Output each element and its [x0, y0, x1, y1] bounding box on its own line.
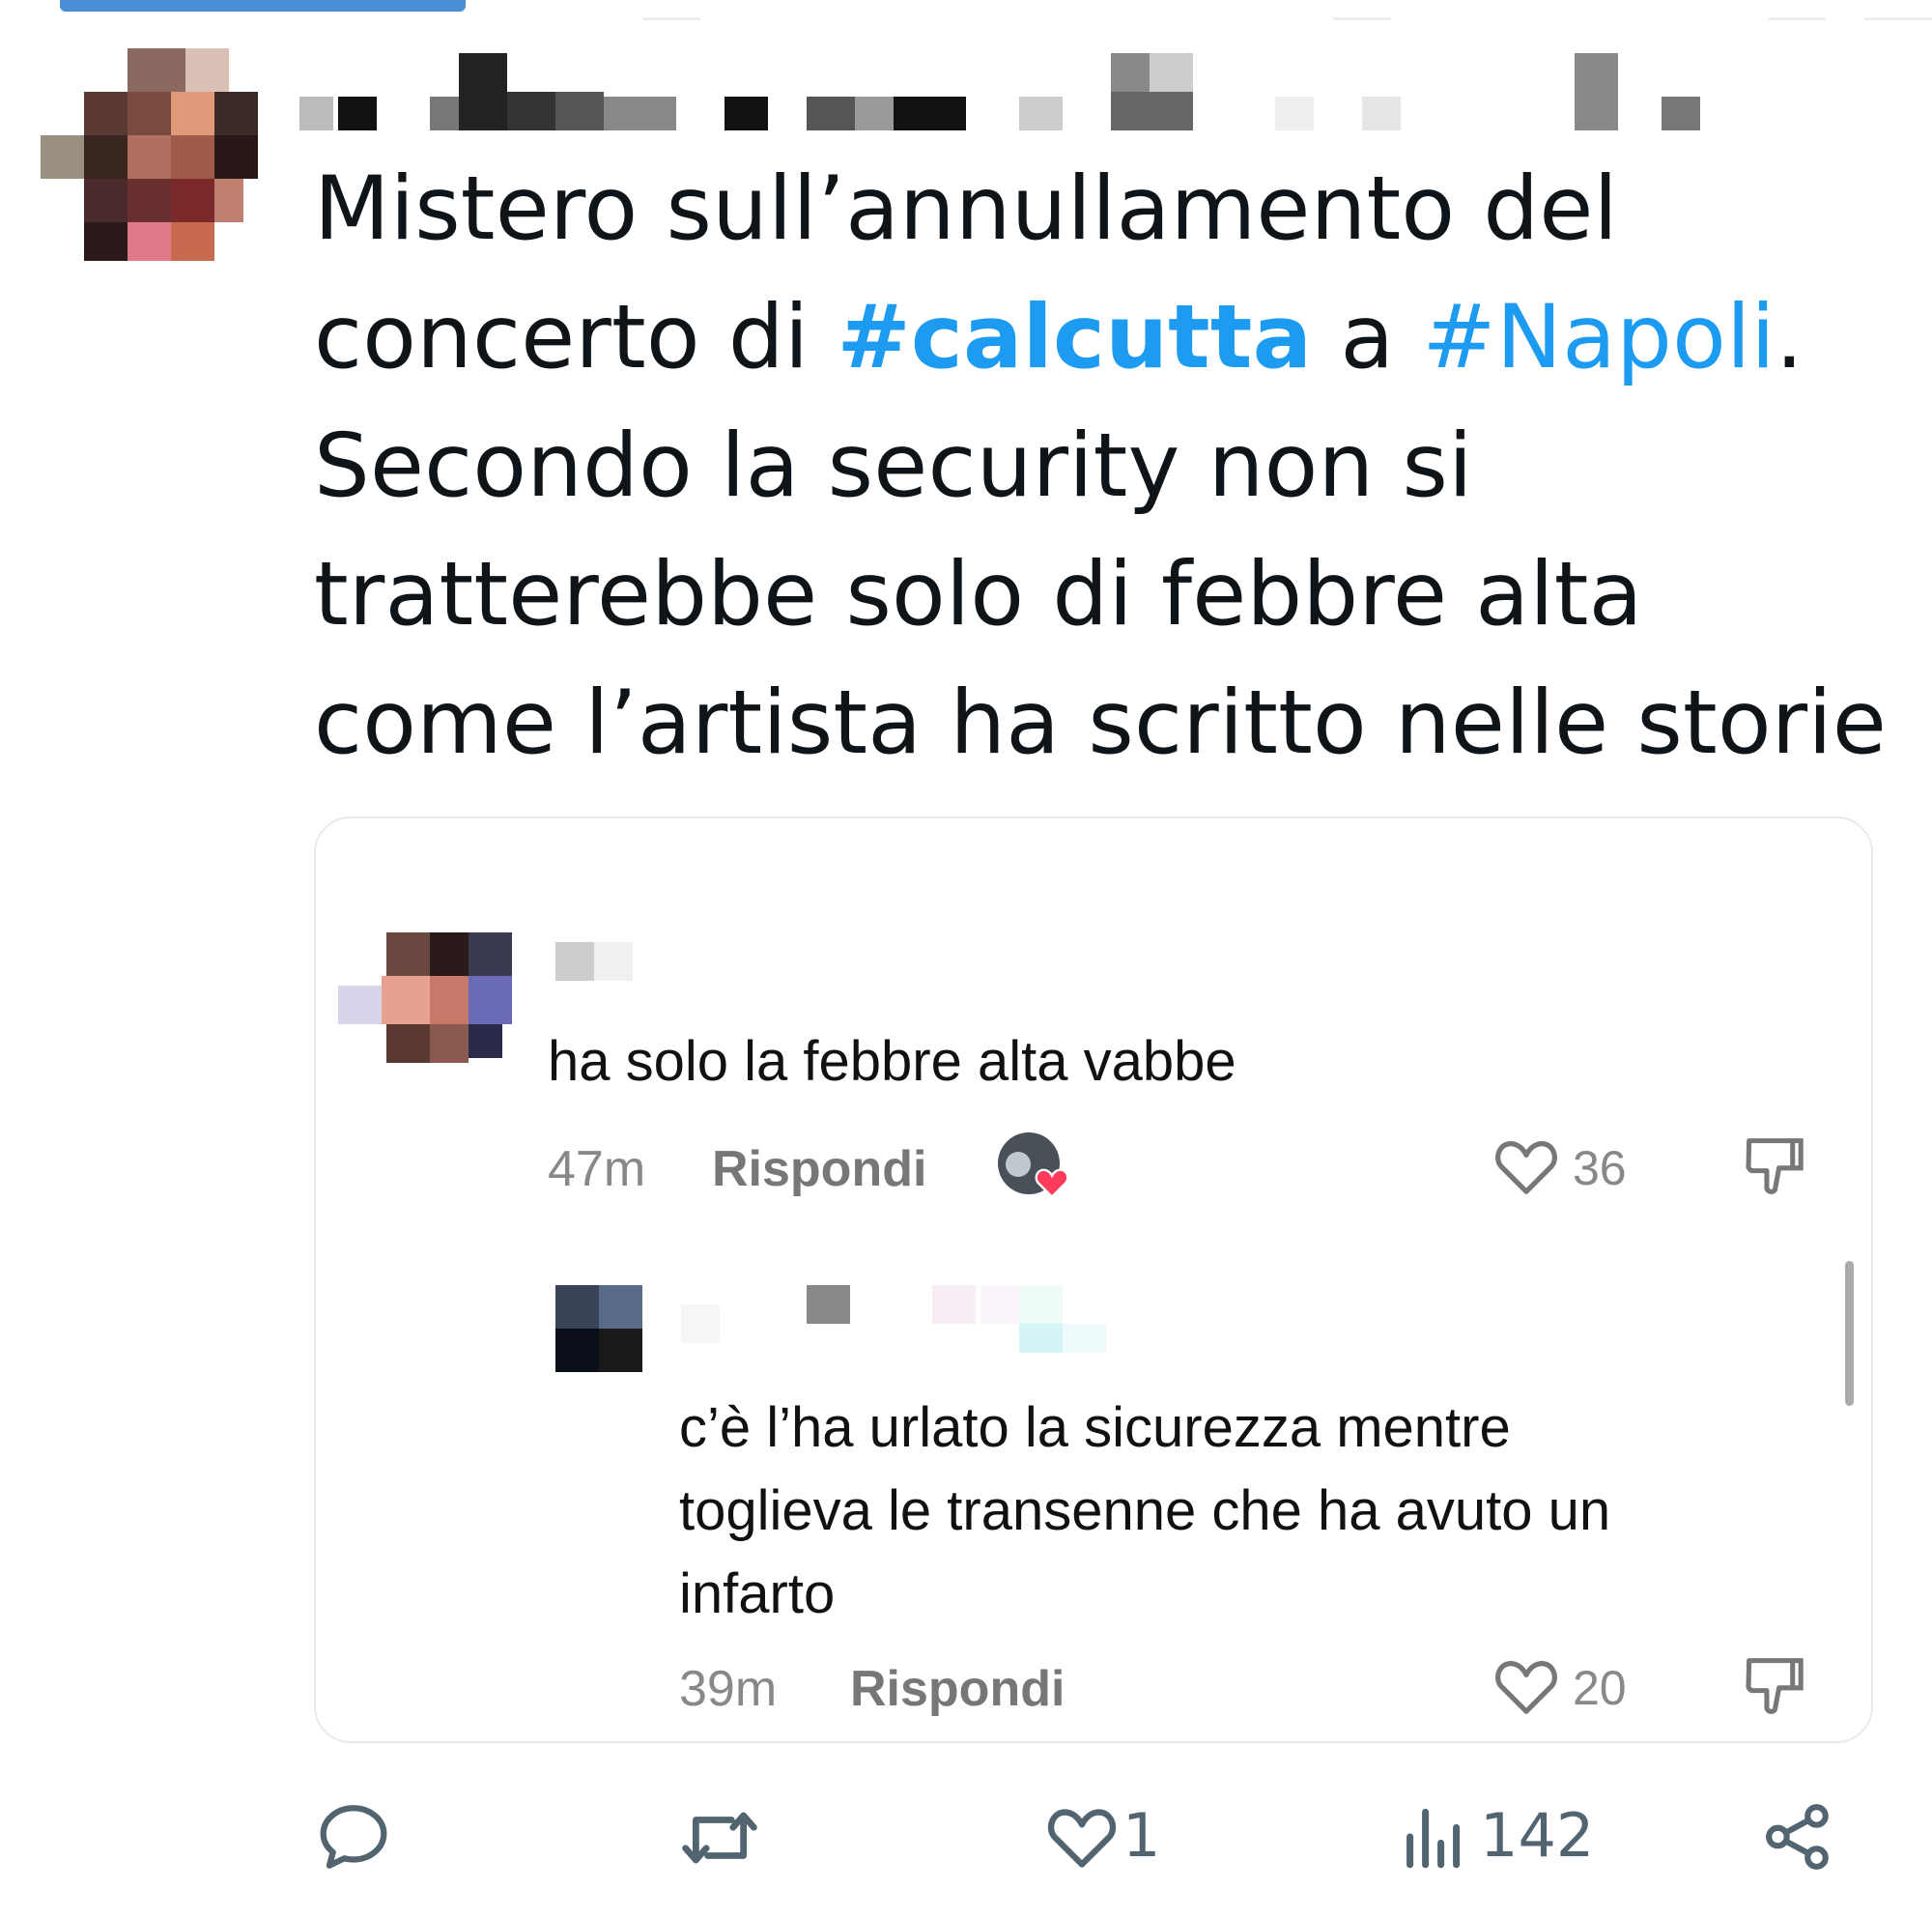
comment-avatar	[338, 932, 512, 1077]
tweet-line: come l’artista ha scritto nelle storie	[314, 659, 1898, 787]
author-name-redacted[interactable]	[290, 53, 1710, 140]
comment-text: ha solo la febbre alta vabbe	[548, 1030, 1236, 1093]
views-icon[interactable]	[1401, 1802, 1463, 1872]
creator-liked-avatar	[998, 1132, 1069, 1200]
tweet-text-segment: Secondo la security non si	[314, 415, 1473, 517]
comment-username-redacted	[681, 1285, 1116, 1353]
avatar[interactable]	[41, 48, 263, 261]
comment-time: 39m	[679, 1661, 778, 1717]
like-icon[interactable]	[1045, 1802, 1119, 1872]
top-accent-bar	[60, 0, 466, 14]
reply-button[interactable]: Rispondi	[850, 1660, 1065, 1718]
tweet-text-segment: concerto di	[314, 287, 838, 388]
tweet-line: tratterebbe solo di febbre alta	[314, 530, 1898, 659]
like-count: 20	[1573, 1661, 1627, 1715]
top-divider	[1333, 17, 1391, 20]
tweet-line: concerto di #calcutta a #Napoli.	[314, 273, 1898, 402]
share-icon[interactable]	[1763, 1800, 1834, 1874]
tweet-text-segment: .	[1775, 287, 1804, 388]
tweet-text-segment: Mistero sull’annullamento del	[314, 158, 1619, 260]
top-divider	[642, 17, 700, 20]
heart-icon[interactable]	[1492, 1135, 1560, 1197]
comment-avatar	[555, 1285, 642, 1372]
comment-text-line: infarto	[679, 1562, 836, 1625]
comment-time: 47m	[548, 1141, 646, 1197]
tweet-text-segment: tratterebbe solo di febbre alta	[314, 544, 1643, 645]
tweet-text-segment: a	[1312, 287, 1423, 388]
hashtag-napoli[interactable]: #Napoli	[1422, 287, 1776, 388]
tweet-text-segment: come l’artista ha scritto nelle storie	[314, 673, 1888, 774]
reply-icon[interactable]	[317, 1802, 390, 1872]
heart-icon[interactable]	[1492, 1655, 1560, 1717]
reply-button[interactable]: Rispondi	[712, 1140, 926, 1198]
comment-text-line: toglieva le transenne che ha avuto un	[679, 1479, 1611, 1542]
top-divider	[1864, 17, 1932, 20]
comment-text-line: c’è l’ha urlato la sicurezza mentre	[679, 1396, 1511, 1459]
tweet-line: Secondo la security non si	[314, 402, 1898, 530]
scrollbar[interactable]	[1845, 1261, 1854, 1406]
tweet-line: Mistero sull’annullamento del	[314, 145, 1898, 273]
views-count: 142	[1480, 1800, 1595, 1871]
heart-badge-icon	[1035, 1168, 1069, 1198]
dislike-icon[interactable]	[1744, 1652, 1804, 1718]
retweet-icon[interactable]	[681, 1804, 758, 1872]
comment-text: c’è l’ha urlato la sicurezza mentre togl…	[679, 1387, 1610, 1636]
comment-username-redacted	[555, 942, 642, 981]
top-divider	[1768, 17, 1826, 20]
dislike-icon[interactable]	[1744, 1132, 1804, 1198]
tweet-text: Mistero sull’annullamento del concerto d…	[314, 145, 1898, 787]
like-count: 36	[1573, 1141, 1627, 1195]
tweet-action-bar: 1 142	[0, 1792, 1932, 1879]
like-count: 1	[1122, 1800, 1161, 1871]
hashtag-calcutta[interactable]: #calcutta	[837, 287, 1312, 388]
